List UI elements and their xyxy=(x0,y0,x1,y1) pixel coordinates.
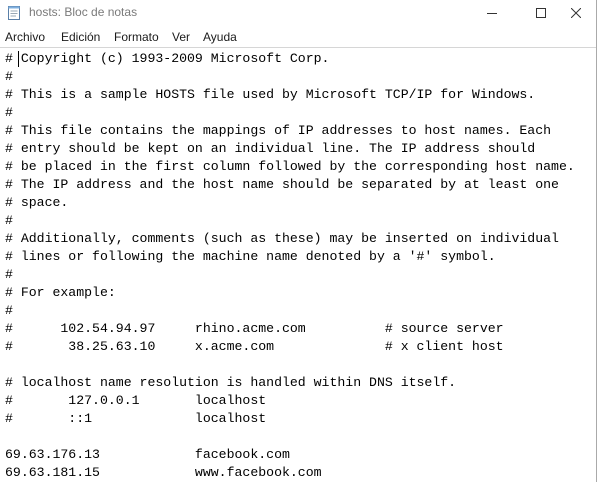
text-line: # space. xyxy=(5,195,69,210)
title-bar[interactable]: hosts: Bloc de notas xyxy=(0,0,596,26)
menu-bar: Archivo Edición Formato Ver Ayuda xyxy=(0,27,596,46)
text-line: # This is a sample HOSTS file used by Mi… xyxy=(5,87,536,102)
text-line: 69.63.181.15 www.facebook.com xyxy=(5,465,322,480)
text-caret xyxy=(18,51,19,67)
menu-formato[interactable]: Formato xyxy=(114,30,159,44)
text-line: # entry should be kept on an individual … xyxy=(5,141,536,156)
text-line: # xyxy=(5,213,13,228)
text-line: 69.63.176.13 facebook.com xyxy=(5,447,290,462)
menu-ayuda[interactable]: Ayuda xyxy=(203,30,237,44)
text-line: # Copyright (c) 1993-2009 Microsoft Corp… xyxy=(5,51,330,66)
text-line: # localhost name resolution is handled w… xyxy=(5,375,457,390)
text-line: # 127.0.0.1 localhost xyxy=(5,393,267,408)
text-line: # For example: xyxy=(5,285,116,300)
close-button[interactable] xyxy=(553,0,596,26)
text-line: # be placed in the first column followed… xyxy=(5,159,575,174)
menu-archivo[interactable]: Archivo xyxy=(5,30,45,44)
notepad-window: hosts: Bloc de notas Archivo Edición For… xyxy=(0,0,597,482)
text-line: # This file contains the mappings of IP … xyxy=(5,123,552,138)
maximize-icon xyxy=(536,8,546,18)
window-title: hosts: Bloc de notas xyxy=(29,5,138,19)
minimize-button[interactable] xyxy=(469,0,515,26)
text-line: # 102.54.94.97 rhino.acme.com # source s… xyxy=(5,321,504,336)
menu-ver[interactable]: Ver xyxy=(172,30,190,44)
text-line: # xyxy=(5,69,13,84)
text-line: # 38.25.63.10 x.acme.com # x client host xyxy=(5,339,504,354)
text-line: # xyxy=(5,267,13,282)
text-line xyxy=(5,428,575,446)
text-line: # Additionally, comments (such as these)… xyxy=(5,231,559,246)
text-line xyxy=(5,356,575,374)
close-icon xyxy=(571,8,581,18)
text-editor[interactable]: # Copyright (c) 1993-2009 Microsoft Corp… xyxy=(0,47,596,482)
text-line: # The IP address and the host name shoul… xyxy=(5,177,559,192)
notepad-icon xyxy=(8,5,21,20)
text-line: # ::1 localhost xyxy=(5,411,267,426)
document-text[interactable]: # Copyright (c) 1993-2009 Microsoft Corp… xyxy=(5,50,575,482)
minimize-icon xyxy=(487,8,497,18)
text-line: # xyxy=(5,105,13,120)
menu-edicion[interactable]: Edición xyxy=(61,30,100,44)
text-line: # lines or following the machine name de… xyxy=(5,249,496,264)
text-line: # xyxy=(5,303,13,318)
